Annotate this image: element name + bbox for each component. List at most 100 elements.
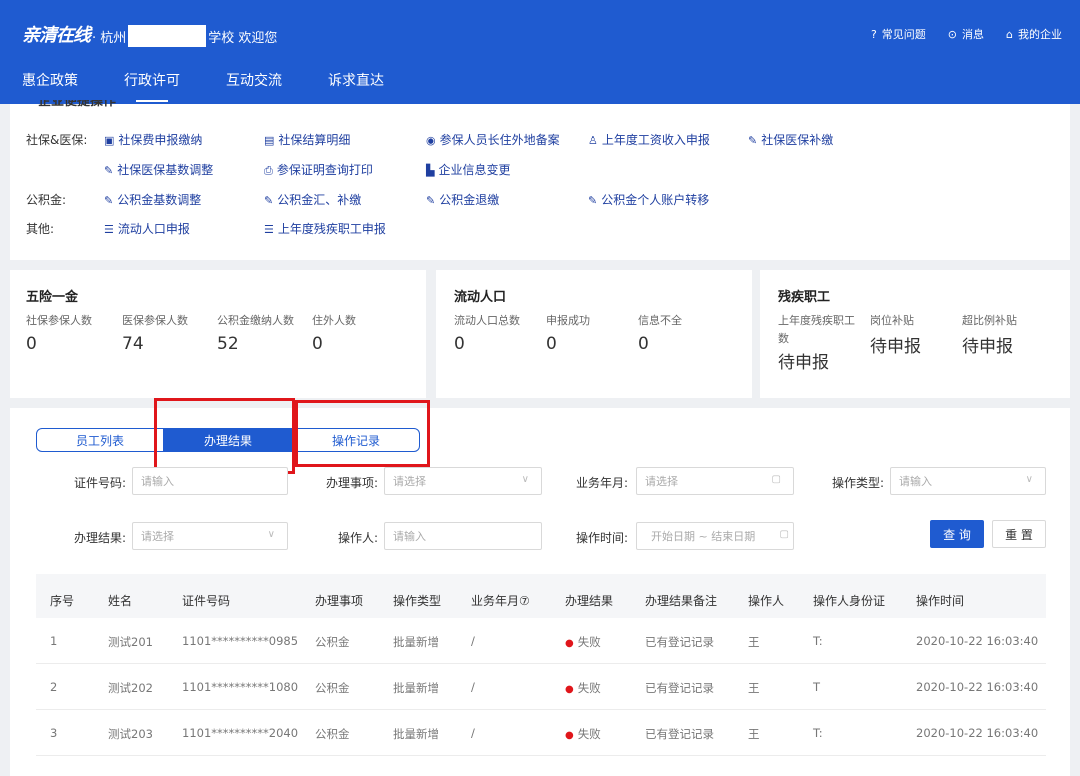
- result-select[interactable]: 请选择 ∨: [132, 522, 288, 550]
- tab-appeal[interactable]: 诉求直达: [328, 70, 384, 102]
- stat-label: 上年度残疾职工: [778, 314, 855, 327]
- status-cell: ● 失败: [565, 681, 601, 695]
- message-icon: ⊙: [947, 28, 958, 41]
- col-header: 序号: [50, 594, 75, 608]
- panel-title: 企业便捷操作: [38, 100, 117, 109]
- tab-policy[interactable]: 惠企政策: [22, 70, 78, 102]
- filter-label: 操作类型:: [831, 476, 884, 490]
- op-floating-report[interactable]: ☰ 流动人口申报: [104, 220, 190, 237]
- stats-floating: 流动人口 流动人口总数 0 申报成功 0 信息不全 0: [436, 270, 752, 398]
- stat-title: 残疾职工: [778, 290, 831, 305]
- status-dot: ●: [565, 638, 574, 649]
- edit-icon: ✎: [104, 164, 114, 177]
- stat-value: 0: [454, 334, 465, 354]
- people-icon: ♙: [588, 134, 598, 147]
- op-social-detail[interactable]: ▤ 社保结算明细: [264, 131, 350, 148]
- stats-insurance: 五险一金 社保参保人数 0 医保参保人数 74 公积金缴纳人数 52 住外人数 …: [10, 270, 426, 398]
- col-header: 操作人: [748, 594, 785, 608]
- seg-employee-list[interactable]: 员工列表: [36, 428, 164, 452]
- stats-disabled: 残疾职工 上年度残疾职工 数 待申报 岗位补贴 待申报 超比例补贴 待申报: [760, 270, 1070, 398]
- tab-admin-license[interactable]: 行政许可: [124, 70, 180, 102]
- stat-value: 74: [122, 334, 144, 354]
- highlight-box: [295, 400, 430, 467]
- query-button[interactable]: 查 询: [930, 520, 984, 548]
- stat-title: 流动人口: [454, 290, 507, 305]
- op-fund-pay[interactable]: ✎ 公积金汇、补缴: [264, 191, 361, 208]
- op-cert-print[interactable]: ⎙ 参保证明查询打印: [264, 161, 373, 178]
- optype-select[interactable]: 请输入 ∨: [890, 467, 1046, 495]
- printer-icon: ⎙: [264, 164, 273, 177]
- id-input[interactable]: 请输入: [132, 467, 288, 495]
- op-fund-refund[interactable]: ✎ 公积金退缴: [426, 191, 499, 208]
- stat-value: 0: [26, 334, 37, 354]
- col-header: 证件号码: [182, 594, 231, 608]
- op-remote-record[interactable]: ◉ 参保人员长住外地备案: [426, 131, 560, 148]
- col-header: 办理结果备注: [645, 594, 718, 608]
- chevron-down-icon: ∨: [521, 474, 529, 485]
- stat-value: 待申报: [962, 337, 1013, 357]
- quick-ops-panel: 企业便捷操作 社保&医保: 公积金: 其他: ▣ 社保费申报缴纳 ▤ 社保结算明细 …: [10, 100, 1070, 260]
- stat-label: 公积金缴纳人数: [217, 314, 294, 327]
- stat-label: 社保参保人数: [26, 314, 92, 327]
- my-company-link[interactable]: ⌂ 我的企业: [1006, 26, 1062, 42]
- status-dot: ●: [565, 684, 574, 695]
- op-company-change[interactable]: ▙ 企业信息变更: [426, 161, 510, 178]
- highlight-box: [154, 398, 295, 474]
- stat-title: 五险一金: [26, 290, 79, 305]
- message-link[interactable]: ⊙ 消息: [948, 26, 984, 42]
- building-icon: ⌂: [1006, 28, 1013, 41]
- stat-label: 申报成功: [546, 314, 590, 327]
- op-salary-report[interactable]: ♙ 上年度工资收入申报: [588, 131, 710, 148]
- status-cell: ● 失败: [565, 727, 601, 741]
- doc-icon: ▤: [264, 134, 275, 147]
- col-header[interactable]: 业务年月⑦: [471, 592, 530, 609]
- stat-value: 0: [312, 334, 323, 354]
- row-label-other: 其他:: [26, 222, 55, 236]
- chart-icon: ▙: [426, 164, 435, 177]
- op-disabled-report[interactable]: ☰ 上年度残疾职工申报: [264, 220, 386, 237]
- op-fund-transfer[interactable]: ✎ 公积金个人账户转移: [588, 191, 709, 208]
- op-social-backpay[interactable]: ✎ 社保医保补缴: [748, 131, 833, 148]
- stat-value: 0: [638, 334, 649, 354]
- col-header: 姓名: [108, 594, 133, 608]
- op-fund-base[interactable]: ✎ 公积金基数调整: [104, 191, 201, 208]
- tab-interaction[interactable]: 互动交流: [226, 70, 282, 102]
- filter-label: 操作时间:: [575, 531, 628, 545]
- shield-icon: ◉: [426, 134, 436, 147]
- filter-label: 办理事项:: [325, 476, 378, 490]
- stat-label: 流动人口总数: [454, 314, 520, 327]
- status-dot: ●: [565, 730, 574, 741]
- card-icon: ▣: [104, 134, 115, 147]
- list-icon: ☰: [264, 223, 274, 236]
- stat-label: 超比例补贴: [962, 314, 1017, 327]
- reset-button[interactable]: 重 置: [992, 520, 1046, 548]
- table-row: 3 测试203 1101**********2040 公积金 批量新增 / ● 失…: [36, 710, 1046, 756]
- stat-value: 0: [546, 334, 557, 354]
- stat-label: 医保参保人数: [122, 314, 188, 327]
- chevron-down-icon: ∨: [267, 529, 275, 540]
- filter-label: 业务年月:: [575, 476, 628, 490]
- month-picker[interactable]: 请选择 ▢: [636, 467, 794, 495]
- item-select[interactable]: 请选择 ∨: [384, 467, 542, 495]
- op-social-pay[interactable]: ▣ 社保费申报缴纳: [104, 131, 202, 148]
- table-row: 2 测试202 1101**********1080 公积金 批量新增 / ● 失…: [36, 664, 1046, 710]
- table-row: 1 测试201 1101**********0985 公积金 批量新增 / ● 失…: [36, 618, 1046, 664]
- edit-icon: ✎: [104, 194, 114, 207]
- operator-input[interactable]: 请输入: [384, 522, 542, 550]
- stat-label: 信息不全: [638, 314, 682, 327]
- stat-label: 住外人数: [312, 314, 356, 327]
- faq-link[interactable]: ? 常见问题: [871, 26, 926, 42]
- col-header: 操作类型: [393, 594, 442, 608]
- welcome-text: · 杭州 学校 欢迎您: [92, 25, 277, 47]
- help-icon: ?: [870, 28, 877, 41]
- stat-label: 岗位补贴: [870, 314, 914, 327]
- top-links: ? 常见问题 ⊙ 消息 ⌂ 我的企业: [871, 26, 1062, 42]
- time-range-picker[interactable]: 开始日期 ~ 结束日期 ▢: [636, 522, 794, 550]
- row-label-insurance: 社保&医保:: [26, 133, 88, 147]
- status-cell: ● 失败: [565, 635, 601, 649]
- site-logo[interactable]: 亲清在线: [22, 21, 91, 47]
- list-icon: ☰: [104, 223, 114, 236]
- calendar-icon: ▢: [779, 529, 789, 540]
- stat-label-cont: 数: [778, 332, 789, 345]
- op-social-base[interactable]: ✎ 社保医保基数调整: [104, 161, 213, 178]
